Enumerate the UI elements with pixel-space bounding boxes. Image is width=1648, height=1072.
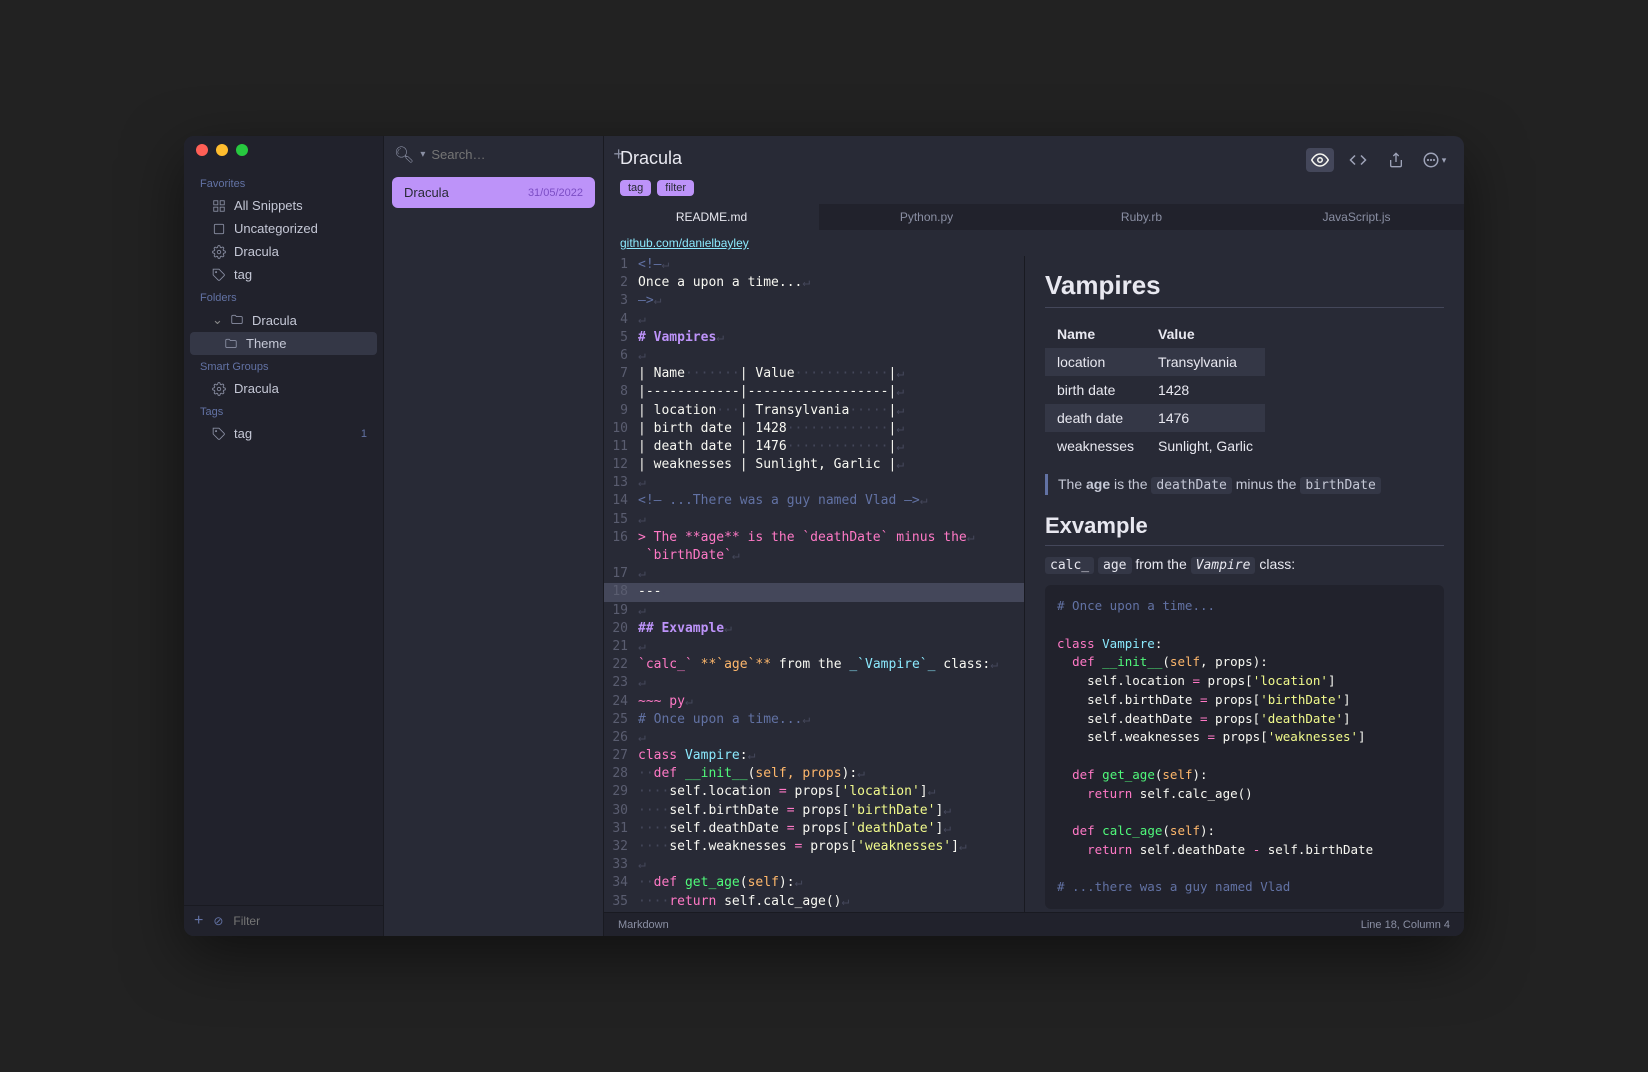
- tag-icon: [212, 427, 226, 441]
- preview-code-block: # Once upon a time... class Vampire: def…: [1045, 585, 1444, 909]
- sidebar-section-favorites: Favorites: [184, 172, 383, 194]
- tab-javascript-js[interactable]: JavaScript.js: [1249, 204, 1464, 230]
- preview-heading-1: Vampires: [1045, 270, 1444, 308]
- tag-pill[interactable]: tag: [620, 180, 651, 196]
- status-bar: Markdown Line 18, Column 4: [604, 912, 1464, 936]
- tab-ruby-rb[interactable]: Ruby.rb: [1034, 204, 1249, 230]
- gear-icon: [212, 382, 226, 396]
- window-maximize-button[interactable]: [236, 144, 248, 156]
- grid-icon: [212, 199, 226, 213]
- preview-pane: Vampires NameValue locationTransylvaniab…: [1024, 256, 1464, 912]
- sidebar-item-favorites-2[interactable]: Dracula: [184, 240, 383, 263]
- tag-icon: [212, 268, 226, 282]
- table-row: birth date1428: [1045, 376, 1265, 404]
- sidebar-item-favorites-3[interactable]: tag: [184, 263, 383, 286]
- list-item-date: 31/05/2022: [528, 187, 583, 199]
- box-icon: [212, 222, 226, 236]
- chevron-down-icon[interactable]: ▾: [420, 149, 425, 160]
- sidebar-item-favorites-1[interactable]: Uncategorized: [184, 217, 383, 240]
- code-editor[interactable]: 1<!—↵2Once a upon a time...↵3—>↵4↵5# Vam…: [604, 256, 1024, 912]
- sidebar-section-tags: Tags: [184, 400, 383, 422]
- sidebar-folder-root[interactable]: ⌄ Dracula: [184, 308, 383, 332]
- gear-icon: [212, 245, 226, 259]
- sidebar-item-label: Uncategorized: [234, 221, 318, 236]
- filter-icon: ⊘: [213, 914, 223, 928]
- search-input[interactable]: [431, 147, 607, 162]
- preview-heading-2: Exvample: [1045, 513, 1444, 546]
- folder-icon: [224, 337, 238, 351]
- tab-readme-md[interactable]: README.md: [604, 204, 819, 230]
- status-cursor-position: Line 18, Column 4: [1361, 919, 1450, 931]
- sidebar-item-favorites-0[interactable]: All Snippets: [184, 194, 383, 217]
- table-row: death date1476: [1045, 404, 1265, 432]
- sidebar-item-label: Theme: [246, 336, 286, 351]
- snippet-title[interactable]: Dracula: [620, 148, 682, 169]
- table-row: weaknessesSunlight, Garlic: [1045, 432, 1265, 460]
- sidebar-item-tags-0[interactable]: tag 1: [184, 422, 383, 445]
- sidebar-filter-input[interactable]: [233, 914, 388, 928]
- tag-pill[interactable]: filter: [657, 180, 694, 196]
- sidebar-item-label: Dracula: [252, 313, 297, 328]
- share-button[interactable]: [1382, 148, 1410, 172]
- search-icon: 🔍︎: [394, 145, 414, 165]
- table-header: Name: [1045, 320, 1146, 348]
- add-button[interactable]: +: [194, 912, 203, 930]
- sidebar-item-label: tag: [234, 426, 252, 441]
- sidebar-folder-theme[interactable]: Theme: [190, 332, 377, 355]
- status-language: Markdown: [618, 919, 669, 931]
- list-item-title: Dracula: [404, 185, 449, 200]
- list-item[interactable]: Dracula 31/05/2022: [392, 177, 595, 208]
- preview-blockquote: The age is the deathDate minus the birth…: [1045, 474, 1444, 495]
- more-button[interactable]: ▾: [1420, 148, 1448, 172]
- window-close-button[interactable]: [196, 144, 208, 156]
- sidebar-section-folders: Folders: [184, 286, 383, 308]
- preview-paragraph: calc_ age from the Vampire class:: [1045, 556, 1444, 573]
- tab-python-py[interactable]: Python.py: [819, 204, 1034, 230]
- sidebar-item-count: 1: [361, 428, 367, 440]
- sidebar: Favorites All Snippets Uncategorized Dracu…: [184, 136, 384, 936]
- table-header: Value: [1146, 320, 1265, 348]
- preview-table: NameValue locationTransylvaniabirth date…: [1045, 320, 1265, 460]
- snippet-list: 🔍︎ ▾ + Dracula31/05/2022: [384, 136, 604, 936]
- snippet-link[interactable]: github.com/danielbayley: [620, 236, 749, 250]
- table-row: locationTransylvania: [1045, 348, 1265, 376]
- sidebar-item-label: Dracula: [234, 244, 279, 259]
- window-minimize-button[interactable]: [216, 144, 228, 156]
- sidebar-section-smart-groups: Smart Groups: [184, 355, 383, 377]
- chevron-down-icon: ⌄: [212, 312, 222, 328]
- folder-icon: [230, 313, 244, 327]
- sidebar-item-smart-groups-0[interactable]: Dracula: [184, 377, 383, 400]
- preview-toggle-button[interactable]: [1306, 148, 1334, 172]
- sidebar-item-label: tag: [234, 267, 252, 282]
- sidebar-item-label: All Snippets: [234, 198, 303, 213]
- code-toggle-button[interactable]: [1344, 148, 1372, 172]
- sidebar-item-label: Dracula: [234, 381, 279, 396]
